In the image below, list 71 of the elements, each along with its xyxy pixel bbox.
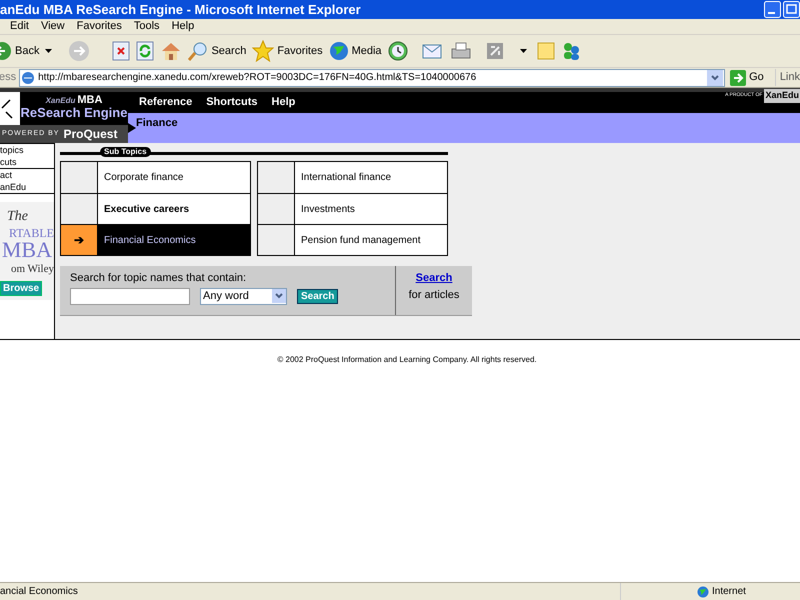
topic-label: Financial Economics [98,225,250,255]
minimize-icon[interactable] [764,1,781,18]
sidebar-link[interactable]: anEdu [0,181,54,194]
search-icon[interactable] [188,41,208,61]
dropdown-icon[interactable] [520,49,527,53]
topic-label: Executive careers [98,194,250,224]
nav-link[interactable]: Shortcuts [206,94,258,111]
search-articles-link[interactable]: Search [416,270,452,286]
topic-label: International finance [295,162,447,193]
logo-title: ReSearch Engine [20,106,128,119]
star-icon[interactable] [252,40,274,62]
sidebar-link[interactable]: topics [0,144,54,156]
window-title: anEdu MBA ReSearch Engine - Microsoft Internet Explorer [0,0,361,19]
mode-dropdown[interactable]: Any word [200,288,287,304]
address-field[interactable]: http://mbaresearchengine.xanedu.com/xreweb?ROT=9003DC=176FN=40G.html&TS=1040000676 [19,68,726,86]
stop-icon[interactable] [112,41,130,61]
home-icon[interactable] [160,41,182,61]
nav-link[interactable]: Help [272,94,296,111]
history-icon[interactable] [388,41,408,61]
search-articles-note: for articles [408,288,460,302]
topic-row[interactable]: International finance [258,162,447,193]
topic-row[interactable]: Corporate finance [61,162,250,193]
search-button[interactable]: Search [188,41,246,61]
search-label: Search for topic names that contain: [70,271,248,286]
sidebar-link[interactable]: cuts [0,156,54,169]
logo-mba: MBA [77,95,102,106]
topic-label: Pension fund management [295,225,447,255]
dropdown-icon[interactable] [707,70,724,86]
globe-icon[interactable] [697,586,709,598]
xanedu-logo: XanEdu [764,89,800,102]
menu-item[interactable]: View [40,18,65,35]
ad-text: RTABLE [9,227,54,239]
section-label: Sub Topics [100,147,151,157]
topic-row[interactable]: ➔ Financial Economics [61,224,250,255]
menu-item[interactable]: Tools [134,18,160,35]
links-label[interactable]: Link [774,69,800,86]
go-arrow-icon[interactable] [730,70,746,86]
menu-item[interactable]: Edit [10,18,29,35]
topic-row[interactable]: Executive careers [61,193,250,224]
dropdown-icon[interactable] [45,49,52,53]
go-button[interactable]: Go [730,69,764,86]
menu-item[interactable]: Help [172,18,194,35]
ad-banner[interactable]: The RTABLE MBA om Wiley Browse [0,202,54,300]
ad-text: The [7,208,29,226]
topic-row[interactable]: Pension fund management [258,224,447,255]
topic-label: Investments [295,194,447,224]
media-button[interactable]: Media [328,41,382,61]
topic-label: Corporate finance [98,162,250,193]
sidebar-link[interactable]: act [0,169,54,181]
logo-mark-icon[interactable] [0,92,20,125]
copyright-text: © 2002 ProQuest Information and Learning Company. All rights reserved. [277,354,537,366]
nav-link[interactable]: Reference [139,94,192,111]
ad-text: om Wiley [10,262,54,277]
pointer-icon[interactable] [128,123,136,133]
mail-icon[interactable] [422,42,444,60]
zone-label: Internet [712,585,746,599]
refresh-icon[interactable] [136,41,154,61]
menu-item[interactable]: Favorites [76,18,122,35]
topic-row[interactable]: Investments [258,193,447,224]
back-button[interactable]: Back [0,41,40,61]
proquest-logo: ProQuest [63,126,118,143]
ad-text: MBA [2,239,53,261]
search-field[interactable] [70,288,190,304]
status-text: ancial Economics [0,585,79,599]
maximize-icon[interactable] [783,1,800,18]
breadcrumb-text[interactable]: Finance [136,114,178,132]
print-icon[interactable] [450,41,472,61]
favorites-button[interactable]: Favorites [252,40,323,62]
globe-icon[interactable] [328,41,349,61]
logo-brand: XanEdu [46,97,76,105]
arrow-icon: ➔ [74,231,84,249]
